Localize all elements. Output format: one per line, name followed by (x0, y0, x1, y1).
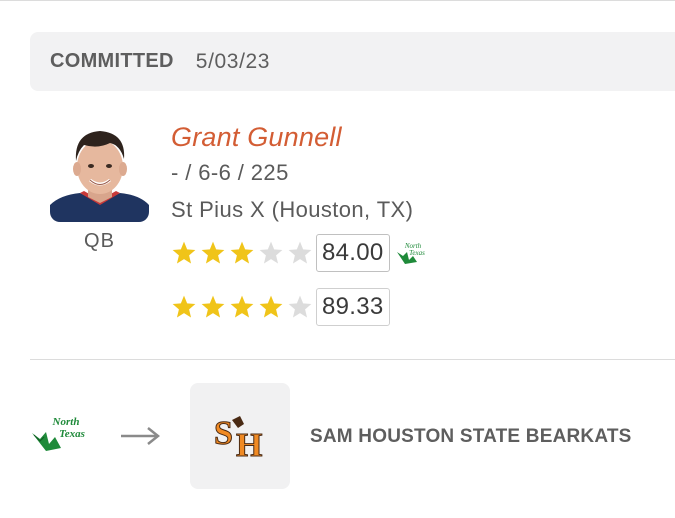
rating-score: 84.00 (322, 239, 384, 266)
star-filled-icon (201, 241, 225, 264)
star-filled-icon (259, 295, 283, 318)
commit-date: 5/03/23 (195, 49, 271, 73)
star-filled-icon (230, 241, 254, 264)
svg-text:North: North (52, 416, 80, 428)
svg-text:Texas: Texas (59, 428, 85, 440)
player-photo[interactable] (50, 123, 149, 222)
top-divider (0, 0, 675, 3)
player-headshot-image (50, 123, 149, 222)
star-empty-icon (259, 241, 283, 264)
star-filled-icon (230, 295, 254, 318)
arrow-right-icon (121, 427, 161, 445)
star-filled-icon (172, 295, 196, 318)
player-high-school: St Pius X (Houston, TX) (171, 197, 414, 222)
svg-text:S: S (214, 415, 233, 452)
player-measurables: - / 6-6 / 225 (171, 160, 289, 185)
section-divider (30, 359, 675, 360)
rating-score-box: 89.33 (316, 288, 390, 326)
destination-team-logo-tile[interactable]: S H (190, 383, 290, 489)
rating-score-box: 84.00 (316, 234, 390, 272)
rating-score: 89.33 (322, 293, 384, 320)
status-label: COMMITTED (50, 50, 174, 72)
star-filled-icon (201, 295, 225, 318)
star-empty-icon (288, 241, 312, 264)
player-position: QB (84, 230, 115, 252)
star-filled-icon (172, 241, 196, 264)
svg-text:Texas: Texas (409, 249, 425, 257)
player-name-link[interactable]: Grant Gunnell (171, 122, 342, 153)
rating-row-primary: 84.00 North Texas (171, 234, 431, 272)
star-rating (171, 240, 313, 266)
destination-team-name[interactable]: SAM HOUSTON STATE BEARKATS (310, 426, 632, 448)
north-texas-logo: North Texas (396, 242, 425, 264)
star-empty-icon (288, 295, 312, 318)
north-texas-logo[interactable]: North Texas (30, 413, 92, 453)
commitment-status-bar: COMMITTED 5/03/23 (30, 32, 675, 91)
sam-houston-sh-logo: S H (214, 415, 263, 463)
rating-row-secondary: 89.33 (171, 288, 390, 326)
svg-text:H: H (236, 427, 262, 462)
star-rating (171, 294, 313, 320)
